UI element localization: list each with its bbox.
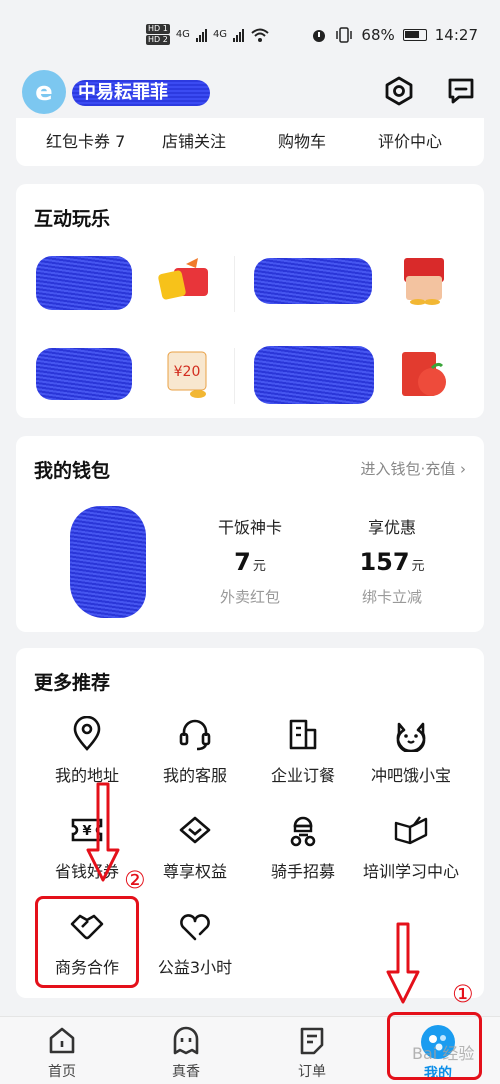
arrow-down-icon <box>386 922 420 1004</box>
highlight-box-business <box>35 896 139 988</box>
arrow-down-icon <box>86 782 120 882</box>
step-number-1: ① <box>452 980 474 1008</box>
watermark: Bai 经验 <box>412 1044 475 1063</box>
step-number-2: ② <box>124 866 146 894</box>
